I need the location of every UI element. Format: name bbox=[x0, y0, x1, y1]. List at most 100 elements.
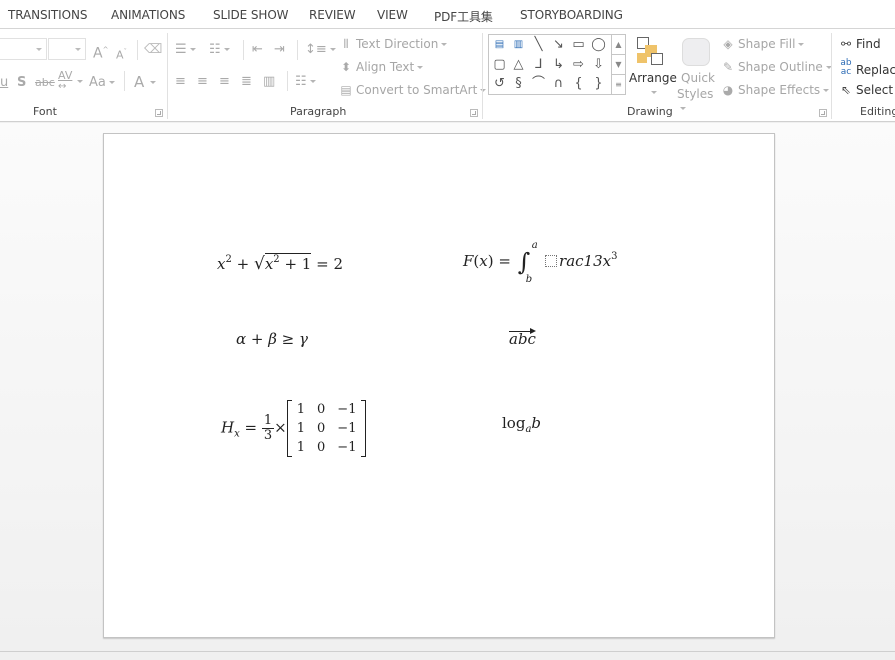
chevron-down-icon bbox=[223, 48, 230, 51]
shadow-button[interactable]: S bbox=[17, 75, 26, 91]
rectangle-shape[interactable]: ▭ bbox=[569, 36, 588, 54]
align-right-icon[interactable]: ≡ bbox=[219, 74, 230, 90]
tab-slide-show[interactable]: SLIDE SHOW bbox=[213, 8, 289, 22]
drawing-dialog-launcher[interactable] bbox=[819, 109, 827, 117]
quick-styles-button[interactable]: Quick Styles bbox=[675, 35, 717, 110]
line-spacing-button[interactable]: ↕≡ bbox=[305, 42, 336, 58]
elbow-connector-shape[interactable]: ᒧ bbox=[529, 56, 548, 74]
distributed-icon[interactable]: ▥ bbox=[263, 74, 275, 90]
equation-greek-inequality[interactable]: α + β ≥ γ bbox=[236, 330, 308, 348]
scribble-shape[interactable]: § bbox=[509, 75, 528, 93]
text-box-shape[interactable]: ▤ bbox=[490, 36, 509, 54]
replace-button[interactable]: abacReplace bbox=[838, 59, 895, 78]
arrow-shape[interactable]: ↘ bbox=[549, 36, 568, 54]
triangle-shape[interactable]: △ bbox=[509, 56, 528, 74]
down-arrow-shape[interactable]: ⇩ bbox=[589, 56, 608, 74]
equation-logarithm[interactable]: logab bbox=[502, 414, 541, 435]
font-name-combo[interactable] bbox=[0, 38, 47, 60]
editing-group-label: Editing bbox=[860, 105, 895, 118]
align-left-icon[interactable]: ≡ bbox=[175, 74, 186, 90]
columns-button[interactable]: ☷ bbox=[295, 74, 316, 90]
text-direction-icon: ⫴ bbox=[343, 37, 349, 51]
binoculars-icon: ⚯ bbox=[840, 37, 852, 51]
curve-shape[interactable]: ∩ bbox=[549, 75, 568, 93]
justify-icon[interactable]: ≣ bbox=[241, 74, 252, 90]
tab-animations[interactable]: ANIMATIONS bbox=[111, 8, 185, 22]
slide[interactable]: x2 + √x2 + 1 = 2 F(x) = ∫ a b rac13x3 α + … bbox=[103, 133, 775, 638]
align-center-icon[interactable]: ≡ bbox=[197, 74, 208, 90]
equation-matrix[interactable]: Hx = 1 3 × 1 0 −1 1 0 −1 1 0 −1 bbox=[221, 400, 367, 457]
shrink-font-button[interactable]: Aˇ bbox=[116, 44, 127, 64]
right-brace-shape[interactable]: } bbox=[589, 75, 608, 93]
empty-placeholder-box[interactable] bbox=[545, 255, 558, 267]
vertical-text-box-shape[interactable]: ▥ bbox=[509, 36, 528, 54]
rounded-rectangle-shape[interactable]: ▢ bbox=[490, 56, 509, 74]
elbow-arrow-connector-shape[interactable]: ↳ bbox=[549, 56, 568, 74]
tab-transitions[interactable]: TRANSITIONS bbox=[8, 8, 87, 22]
columns-icon: ☷ bbox=[295, 74, 307, 89]
shape-outline-button[interactable]: ✎ Shape Outline bbox=[720, 59, 832, 75]
chevron-down-icon bbox=[108, 81, 115, 84]
font-group-label: Font bbox=[33, 105, 57, 118]
tab-storyboarding[interactable]: STORYBOARDING bbox=[520, 8, 623, 22]
paragraph-dialog-launcher[interactable] bbox=[470, 109, 478, 117]
shape-effects-icon: ◕ bbox=[722, 83, 734, 97]
pencil-icon: ✎ bbox=[722, 60, 734, 74]
status-bar-divider bbox=[0, 651, 895, 652]
arrange-icon bbox=[637, 37, 665, 67]
select-button[interactable]: ⇖ Select bbox=[838, 82, 895, 98]
ribbon: A^ Aˇ ⌫ u S abc AV ↔ Aa A Font ☰ ☷ ⇤ ⇥ ↕≡… bbox=[0, 29, 895, 122]
change-case-button[interactable]: Aa bbox=[89, 75, 115, 91]
equation-vector[interactable]: abc bbox=[509, 328, 536, 348]
numbering-button[interactable]: ☷ bbox=[209, 42, 230, 58]
character-spacing-button[interactable]: AV ↔ bbox=[58, 70, 72, 92]
divider bbox=[287, 71, 288, 91]
gallery-scroll-down[interactable]: ▼ bbox=[611, 55, 625, 75]
slide-canvas: x2 + √x2 + 1 = 2 F(x) = ∫ a b rac13x3 α + … bbox=[0, 123, 895, 653]
font-dialog-launcher[interactable] bbox=[155, 109, 163, 117]
radical-sign: √ bbox=[253, 254, 265, 274]
align-text-button[interactable]: ⬍ Align Text bbox=[338, 59, 424, 75]
numbered-list-icon: ☷ bbox=[209, 42, 221, 57]
right-arrow-shape[interactable]: ⇨ bbox=[569, 56, 588, 74]
equation-sqrt[interactable]: x2 + √x2 + 1 = 2 bbox=[217, 253, 343, 274]
font-color-button[interactable]: A bbox=[134, 74, 157, 90]
arc-shape[interactable]: ⌒ bbox=[529, 75, 548, 93]
grow-font-button[interactable]: A^ bbox=[93, 42, 108, 62]
quick-styles-icon bbox=[682, 38, 710, 66]
gallery-scroll-up[interactable]: ▲ bbox=[611, 35, 625, 55]
oval-shape[interactable]: ◯ bbox=[589, 36, 608, 54]
group-separator bbox=[831, 33, 832, 119]
find-button[interactable]: ⚯ Find bbox=[838, 36, 881, 52]
integral-sign: ∫ a b bbox=[517, 240, 538, 285]
tab-pdf-tools[interactable]: PDF工具集 bbox=[434, 8, 493, 25]
freeform-shape[interactable]: ↺ bbox=[490, 75, 509, 93]
chevron-down-icon bbox=[329, 48, 336, 51]
chevron-down-icon bbox=[77, 80, 83, 83]
chevron-down-icon bbox=[417, 66, 424, 69]
tab-review[interactable]: REVIEW bbox=[309, 8, 356, 22]
group-separator bbox=[482, 33, 483, 119]
decrease-indent-icon[interactable]: ⇤ bbox=[252, 42, 263, 58]
equation-integral[interactable]: F(x) = ∫ a b rac13x3 bbox=[463, 240, 617, 285]
left-brace-shape[interactable]: { bbox=[569, 75, 588, 93]
font-size-combo[interactable] bbox=[48, 38, 86, 60]
shapes-gallery: ▤ ▥ ╲ ↘ ▭ ◯ ▢ △ ᒧ ↳ ⇨ ⇩ ↺ § ⌒ ∩ { } ▲ ▼ … bbox=[488, 34, 626, 95]
tab-view[interactable]: VIEW bbox=[377, 8, 408, 22]
divider bbox=[124, 71, 125, 91]
underline-button[interactable]: u bbox=[0, 75, 8, 91]
shape-effects-button[interactable]: ◕ Shape Effects bbox=[720, 82, 830, 98]
gallery-more-button[interactable]: ≡ bbox=[611, 75, 625, 95]
strikethrough-button[interactable]: abc bbox=[35, 75, 55, 91]
align-text-icon: ⬍ bbox=[340, 60, 352, 74]
shape-fill-button[interactable]: ◈ Shape Fill bbox=[720, 36, 805, 52]
paragraph-group-label: Paragraph bbox=[290, 105, 347, 118]
clear-formatting-icon[interactable]: ⌫ bbox=[144, 42, 162, 58]
line-shape[interactable]: ╲ bbox=[529, 36, 548, 54]
convert-to-smartart-button[interactable]: ▤ Convert to SmartArt bbox=[338, 82, 487, 98]
increase-indent-icon[interactable]: ⇥ bbox=[274, 42, 285, 58]
matrix: 1 0 −1 1 0 −1 1 0 −1 bbox=[286, 400, 367, 457]
arrange-button[interactable]: Arrange bbox=[628, 35, 677, 101]
text-direction-button[interactable]: ⫴ Text Direction bbox=[338, 36, 448, 52]
bullets-button[interactable]: ☰ bbox=[175, 42, 196, 58]
